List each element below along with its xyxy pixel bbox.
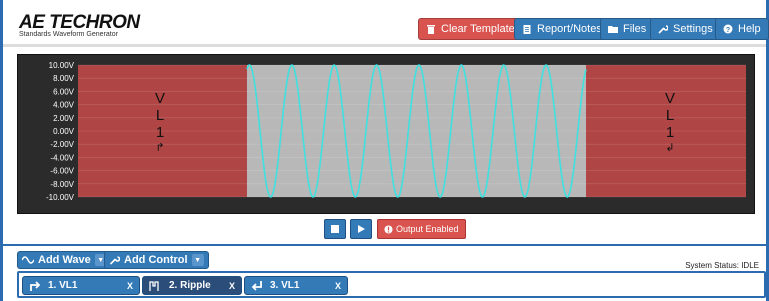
wrench-icon xyxy=(658,25,668,34)
stop-icon xyxy=(331,225,339,233)
track-item-ripple[interactable]: 2. Ripple X xyxy=(142,276,242,295)
report-notes-button[interactable]: Report/Notes xyxy=(514,18,610,40)
track-item-vl1-first[interactable]: 1. VL1 X xyxy=(22,276,140,295)
track-item-label: 3. VL1 xyxy=(270,280,300,291)
files-button[interactable]: Files xyxy=(600,18,655,40)
add-control-button[interactable]: Add Control ▼ xyxy=(104,251,209,269)
svg-text:?: ? xyxy=(726,27,730,34)
vl1-start-label-letter: V xyxy=(155,90,165,107)
stop-button[interactable] xyxy=(324,219,346,239)
app-subtitle: Standards Waveform Generator xyxy=(19,31,118,38)
step-down-icon xyxy=(251,280,262,291)
y-tick-label: 2.00V xyxy=(53,114,75,123)
system-status: System Status: IDLE xyxy=(685,261,759,270)
waveform-chart: 10.00V 8.00V 6.00V 4.00V 2.00V 0.00V -2.00V -4.… xyxy=(46,61,746,202)
y-tick-label: -6.00V xyxy=(50,167,74,176)
y-tick-label: 10.00V xyxy=(49,61,75,70)
y-tick-label: 4.00V xyxy=(53,101,75,110)
add-wave-button[interactable]: Add Wave ▼ xyxy=(17,251,112,269)
output-enabled-button[interactable]: Output Enabled xyxy=(377,219,466,239)
close-icon[interactable]: X xyxy=(335,281,341,291)
vl1-end-label-letter: V xyxy=(665,90,675,107)
chevron-down-icon: ▼ xyxy=(191,254,204,266)
track-item-label: 2. Ripple xyxy=(169,280,211,291)
vl1-start-label-letter: L xyxy=(156,107,164,124)
clear-template-label: Clear Template xyxy=(441,23,515,35)
play-icon xyxy=(358,225,365,233)
add-control-label: Add Control xyxy=(124,254,188,266)
y-tick-label: 0.00V xyxy=(53,127,75,136)
vl1-start-label-arrow: ↱ xyxy=(155,141,164,154)
close-icon[interactable]: X xyxy=(127,281,133,291)
folder-icon xyxy=(608,26,618,33)
header-divider xyxy=(3,44,766,47)
settings-button[interactable]: Settings xyxy=(650,18,721,40)
question-icon: ? xyxy=(723,24,733,34)
vl1-end-label-arrow: ↲ xyxy=(665,141,674,154)
clipboard-icon xyxy=(523,25,531,34)
help-label: Help xyxy=(738,23,761,35)
y-tick-label: 6.00V xyxy=(53,87,75,96)
wrench-icon xyxy=(109,256,120,265)
section-divider xyxy=(3,244,766,246)
vl1-end-label-letter: 1 xyxy=(666,124,674,141)
y-tick-label: 8.00V xyxy=(53,74,75,83)
track-item-label: 1. VL1 xyxy=(48,280,78,291)
add-wave-label: Add Wave xyxy=(38,254,91,266)
help-button[interactable]: ? Help xyxy=(715,18,769,40)
waveform-display: 10.00V 8.00V 6.00V 4.00V 2.00V 0.00V -2.00V -4.… xyxy=(17,54,755,214)
sequence-track: 1. VL1 X 2. Ripple X 3. VL1 X xyxy=(17,271,766,298)
play-button[interactable] xyxy=(350,219,372,239)
trash-icon xyxy=(427,25,435,34)
y-tick-label: -2.00V xyxy=(50,140,74,149)
settings-label: Settings xyxy=(673,23,713,35)
step-up-icon xyxy=(30,280,41,291)
report-notes-label: Report/Notes xyxy=(537,23,602,35)
vl1-start-label-letter: 1 xyxy=(156,124,164,141)
y-tick-label: -4.00V xyxy=(50,153,74,162)
close-icon[interactable]: X xyxy=(229,281,235,291)
ripple-icon xyxy=(149,280,159,291)
y-tick-label: -8.00V xyxy=(50,180,74,189)
clear-template-button[interactable]: Clear Template xyxy=(418,18,523,40)
sine-icon xyxy=(22,256,34,264)
y-tick-label: -10.00V xyxy=(46,193,75,202)
alert-icon xyxy=(384,224,393,234)
vl1-end-label-letter: L xyxy=(666,107,674,124)
track-item-vl1-second[interactable]: 3. VL1 X xyxy=(244,276,348,295)
output-enabled-label: Output Enabled xyxy=(396,224,459,234)
files-label: Files xyxy=(623,23,647,35)
